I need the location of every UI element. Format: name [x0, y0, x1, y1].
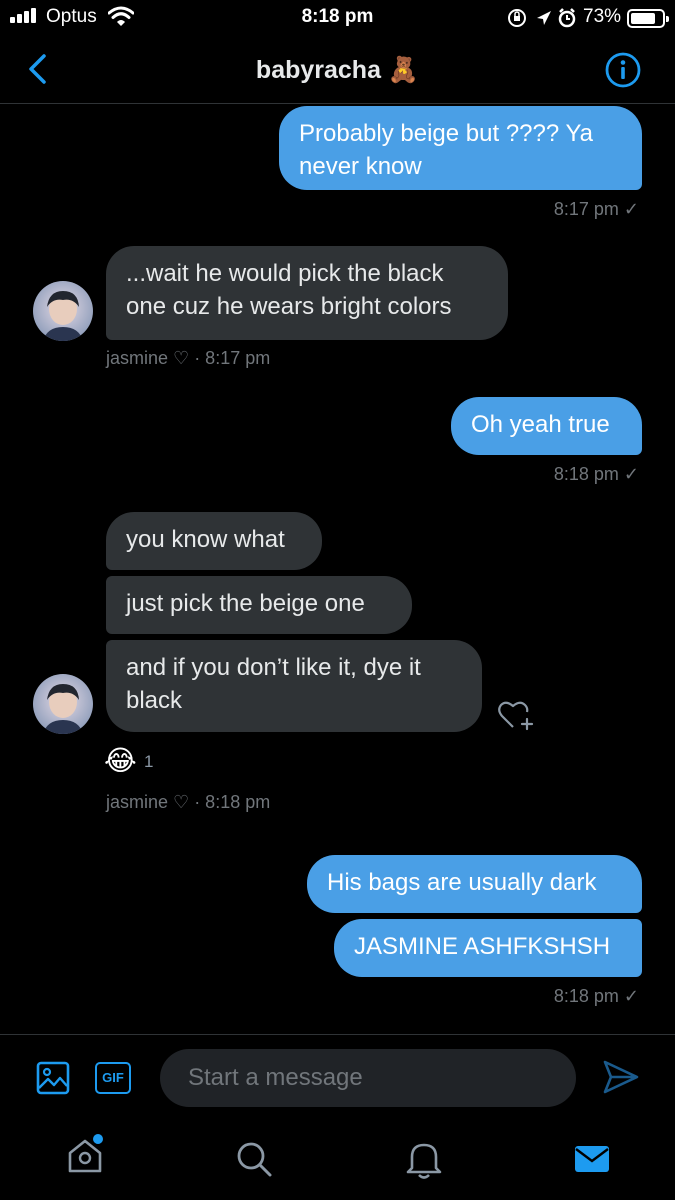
info-icon[interactable] [604, 51, 642, 89]
add-reaction-icon[interactable] [497, 698, 537, 732]
conversation-title[interactable]: babyracha 🧸 [0, 56, 675, 85]
message-text: ...wait he would pick the black one cuz … [126, 260, 452, 320]
outgoing-message-bubble[interactable]: JASMINE ASHFKSHSH [334, 919, 642, 977]
incoming-message-bubble[interactable]: you know what [106, 512, 322, 570]
search-icon[interactable] [234, 1139, 274, 1179]
message-timestamp: 8:18 pm ✓ [553, 464, 639, 484]
sender-name: jasmine ♡ [106, 348, 190, 368]
sender-name: jasmine ♡ [106, 792, 190, 812]
send-icon[interactable] [602, 1059, 640, 1095]
message-text: JASMINE ASHFKSHSH [354, 933, 611, 960]
message-timestamp: · 8:17 pm [194, 348, 271, 368]
message-text: you know what [126, 526, 285, 553]
orientation-lock-icon [508, 9, 526, 27]
reaction-emoji[interactable]: 😂 [104, 744, 137, 778]
message-text: and if you don’t like it, dye it black [126, 654, 421, 714]
battery-icon [627, 9, 669, 28]
incoming-message-bubble[interactable]: just pick the beige one [106, 576, 412, 634]
status-bar: Optus 8:18 pm 73% [0, 0, 675, 36]
avatar[interactable] [33, 281, 93, 341]
location-icon [537, 11, 551, 25]
conversation-header: babyracha 🧸 [0, 36, 675, 104]
message-timestamp: 8:18 pm ✓ [553, 986, 639, 1006]
message-text: just pick the beige one [126, 590, 365, 617]
outgoing-message-bubble[interactable]: Probably beige but ???? Ya never know [279, 106, 642, 190]
status-indicators [508, 8, 576, 28]
battery-percentage: 73% [583, 6, 622, 27]
incoming-message-bubble[interactable]: ...wait he would pick the black one cuz … [106, 246, 508, 340]
message-meta: jasmine ♡ · 8:18 pm [106, 792, 270, 813]
message-meta: jasmine ♡ · 8:17 pm [106, 348, 270, 369]
notifications-bell-icon[interactable] [404, 1138, 444, 1180]
image-icon[interactable] [36, 1061, 70, 1095]
message-timestamp: 8:17 pm ✓ [553, 199, 639, 219]
message-composer: GIF [0, 1034, 675, 1124]
message-input[interactable] [160, 1049, 576, 1107]
outgoing-message-bubble[interactable]: Oh yeah true [451, 397, 642, 455]
tab-bar [0, 1124, 675, 1200]
avatar[interactable] [33, 674, 93, 734]
outgoing-message-bubble[interactable]: His bags are usually dark [307, 855, 642, 913]
message-text: Oh yeah true [471, 411, 610, 438]
reaction-count: 1 [144, 752, 154, 771]
alarm-icon [558, 8, 576, 28]
incoming-message-bubble[interactable]: and if you don’t like it, dye it black [106, 640, 482, 732]
home-icon[interactable] [64, 1133, 108, 1177]
gif-icon[interactable]: GIF [95, 1062, 131, 1094]
messages-mail-icon[interactable] [573, 1144, 611, 1174]
message-text: His bags are usually dark [327, 869, 597, 896]
message-text: Probably beige but ???? Ya never know [299, 120, 594, 180]
message-timestamp: · 8:18 pm [194, 792, 271, 812]
